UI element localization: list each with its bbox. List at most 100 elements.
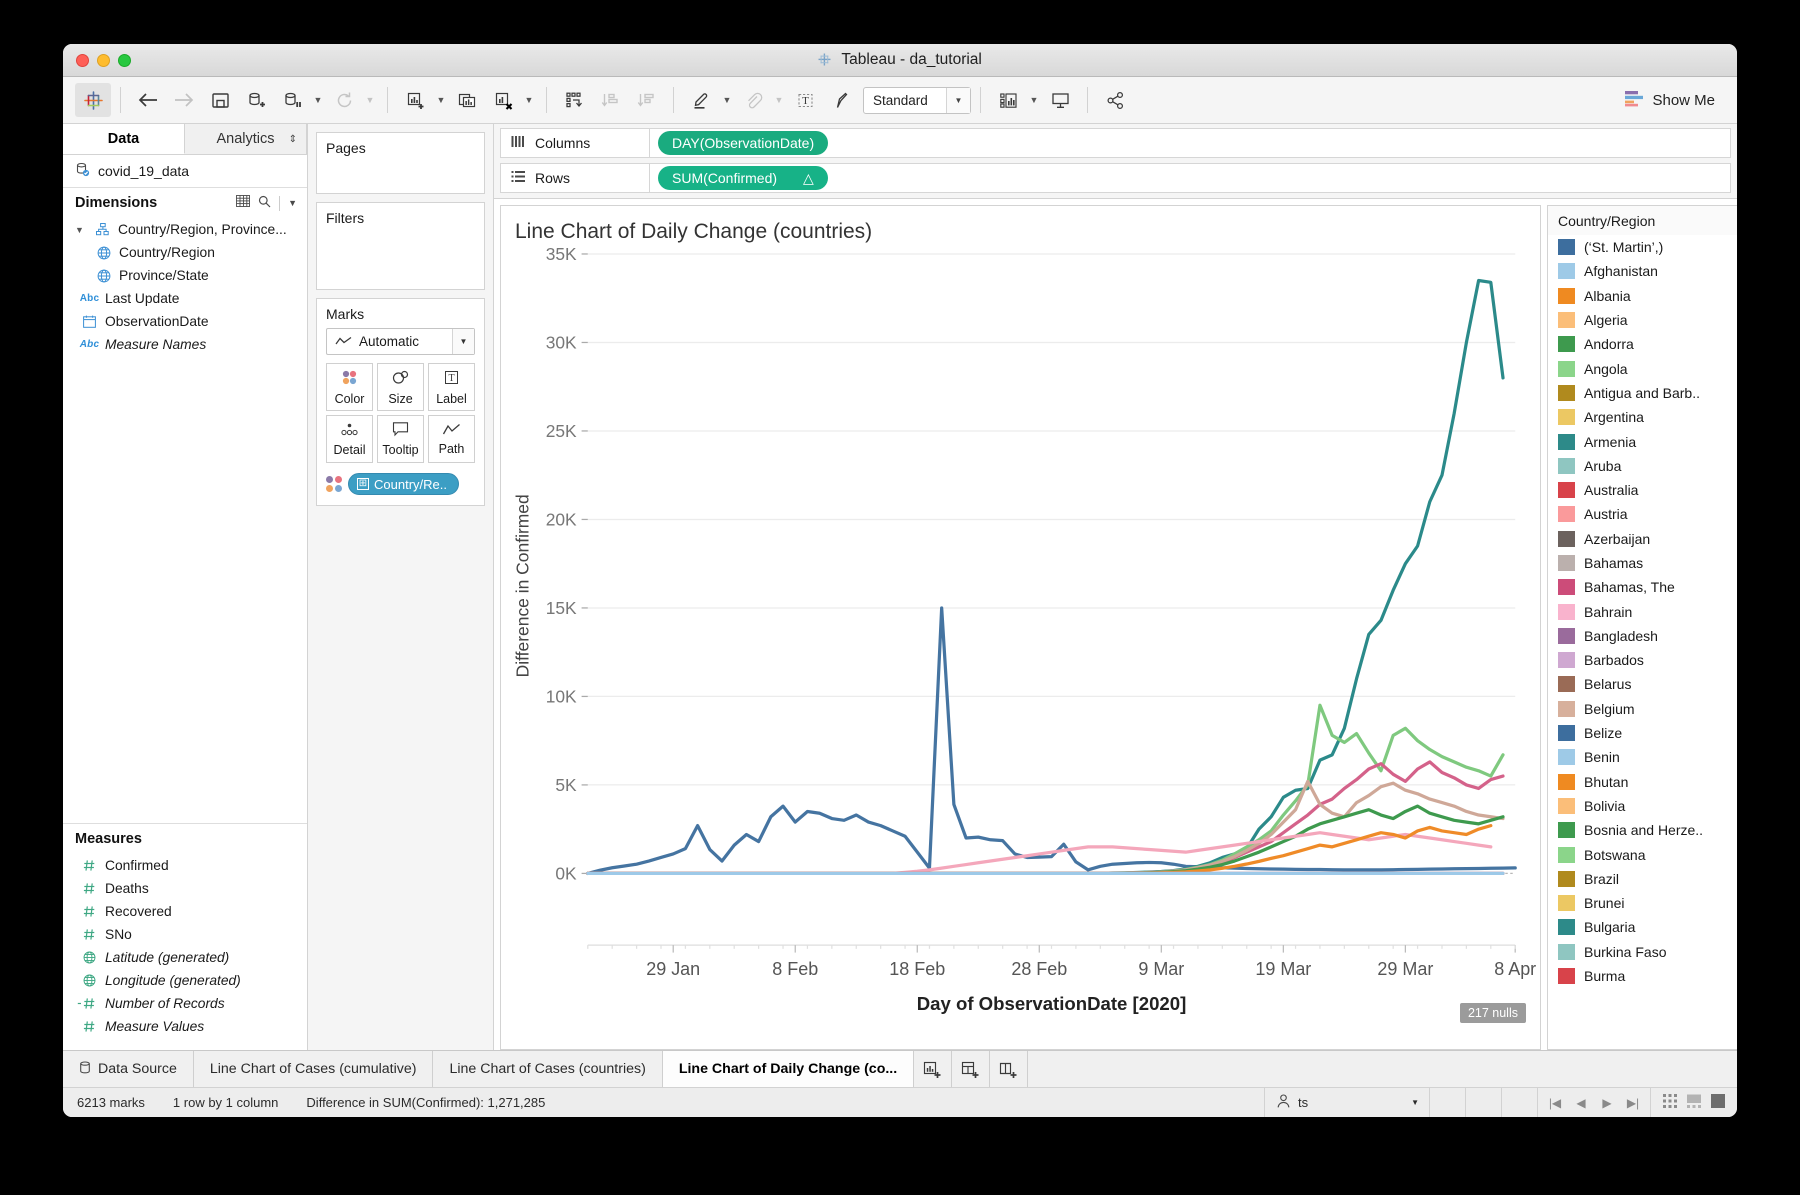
- attach-dropdown-caret[interactable]: ▼: [771, 83, 787, 117]
- legend-item[interactable]: Afghanistan: [1548, 259, 1737, 283]
- legend-item[interactable]: Azerbaijan: [1548, 527, 1737, 551]
- filters-card[interactable]: Filters: [316, 202, 485, 290]
- pill-day-observationdate[interactable]: DAY(ObservationDate): [658, 131, 829, 155]
- cards-dropdown-caret[interactable]: ▼: [1026, 83, 1042, 117]
- legend-item[interactable]: Brunei: [1548, 891, 1737, 915]
- attach-icon[interactable]: [735, 83, 771, 117]
- tab-data[interactable]: Data: [63, 124, 185, 154]
- fix-axes-icon[interactable]: [823, 83, 859, 117]
- chevron-down-icon[interactable]: ▼: [946, 87, 970, 113]
- dimension-country-region[interactable]: Country/Region: [63, 241, 307, 264]
- swap-rows-columns-icon[interactable]: [556, 83, 592, 117]
- highlight-icon[interactable]: [683, 83, 719, 117]
- new-data-source-icon[interactable]: [238, 83, 274, 117]
- refresh-data-source-icon[interactable]: [326, 83, 362, 117]
- legend-item[interactable]: Bahamas: [1548, 551, 1737, 575]
- legend-item[interactable]: Bangladesh: [1548, 624, 1737, 648]
- grid-view-icon[interactable]: [1663, 1094, 1677, 1111]
- legend-item[interactable]: Botswana: [1548, 842, 1737, 866]
- measure-recovered[interactable]: Recovered: [63, 900, 307, 923]
- marks-detail-button[interactable]: Detail: [326, 415, 373, 463]
- highlight-dropdown-caret[interactable]: ▼: [719, 83, 735, 117]
- measure-confirmed[interactable]: Confirmed: [63, 854, 307, 877]
- presentation-mode-icon[interactable]: [1042, 83, 1078, 117]
- show-mark-labels-icon[interactable]: T: [787, 83, 823, 117]
- chevron-down-icon[interactable]: ▼: [75, 225, 87, 235]
- measure-latitude[interactable]: Latitude (generated): [63, 946, 307, 969]
- search-icon[interactable]: [258, 195, 271, 212]
- legend-item[interactable]: Burma: [1548, 964, 1737, 988]
- refresh-dropdown-caret[interactable]: ▼: [362, 83, 378, 117]
- previous-page-icon[interactable]: ◀: [1568, 1096, 1594, 1110]
- status-page-nav[interactable]: |◀ ◀ ▶ ▶|: [1537, 1088, 1650, 1117]
- fit-select[interactable]: Standard ▼: [863, 86, 971, 114]
- sort-toggle-icon[interactable]: ⇕: [289, 134, 297, 145]
- data-source-dropdown-caret[interactable]: ▼: [310, 83, 326, 117]
- legend-item[interactable]: Belarus: [1548, 672, 1737, 696]
- legend-item[interactable]: Bulgaria: [1548, 915, 1737, 939]
- legend-item[interactable]: Austria: [1548, 502, 1737, 526]
- color-pill-country-region[interactable]: ⊞ Country/Re..: [348, 473, 459, 495]
- rows-shelf[interactable]: Rows SUM(Confirmed) △: [500, 163, 1731, 193]
- legend-item[interactable]: Bolivia: [1548, 794, 1737, 818]
- forward-arrow-icon[interactable]: [166, 83, 202, 117]
- mark-type-select[interactable]: Automatic ▼: [326, 328, 475, 355]
- sheet-view-icon[interactable]: [1711, 1094, 1725, 1111]
- first-page-icon[interactable]: |◀: [1542, 1096, 1568, 1110]
- line-chart-svg[interactable]: 0K 5K 10K 15K 20K 25K 30K 35K Difference in Conf…: [501, 244, 1540, 1057]
- new-worksheet-icon[interactable]: [397, 83, 433, 117]
- filmstrip-view-icon[interactable]: [1687, 1094, 1701, 1111]
- legend-item[interactable]: Belize: [1548, 721, 1737, 745]
- chevron-down-icon[interactable]: ▼: [452, 329, 474, 354]
- dimension-province-state[interactable]: Province/State: [63, 264, 307, 287]
- pill-sum-confirmed[interactable]: SUM(Confirmed) △: [658, 166, 828, 190]
- legend-item[interactable]: Bahamas, The: [1548, 575, 1737, 599]
- legend-item[interactable]: Argentina: [1548, 405, 1737, 429]
- marks-size-button[interactable]: Size: [377, 363, 424, 411]
- last-page-icon[interactable]: ▶|: [1620, 1096, 1646, 1110]
- legend-item[interactable]: Belgium: [1548, 697, 1737, 721]
- legend-list[interactable]: (‘St. Martin’,) Afghanistan Albania Algeria…: [1548, 235, 1737, 1049]
- legend-item[interactable]: Barbados: [1548, 648, 1737, 672]
- chevron-down-icon[interactable]: ▼: [1411, 1098, 1419, 1107]
- tableau-home-icon[interactable]: [75, 83, 111, 117]
- measure-longitude[interactable]: Longitude (generated): [63, 969, 307, 992]
- marks-label-button[interactable]: T Label: [428, 363, 475, 411]
- null-indicator[interactable]: 217 nulls: [1459, 1003, 1526, 1023]
- legend-item[interactable]: Bhutan: [1548, 770, 1737, 794]
- legend-item[interactable]: Benin: [1548, 745, 1737, 769]
- dimension-hierarchy[interactable]: ▼ Country/Region, Province...: [63, 218, 307, 241]
- marks-tooltip-button[interactable]: Tooltip: [377, 415, 424, 463]
- clear-sheet-icon[interactable]: [485, 83, 521, 117]
- pause-data-updates-icon[interactable]: [274, 83, 310, 117]
- legend-item[interactable]: Angola: [1548, 356, 1737, 380]
- show-hide-cards-icon[interactable]: [990, 83, 1026, 117]
- rows-shelf-drop[interactable]: SUM(Confirmed) △: [650, 163, 1731, 193]
- plot-wrapper[interactable]: 0K 5K 10K 15K 20K 25K 30K 35K Difference in Conf…: [501, 244, 1540, 1057]
- sort-descending-icon[interactable]: [628, 83, 664, 117]
- next-page-icon[interactable]: ▶: [1594, 1096, 1620, 1110]
- legend-item[interactable]: Andorra: [1548, 332, 1737, 356]
- columns-shelf-drop[interactable]: DAY(ObservationDate): [650, 128, 1731, 158]
- status-user-select[interactable]: ts ▼: [1264, 1088, 1429, 1117]
- marks-path-button[interactable]: Path: [428, 415, 475, 463]
- chevron-down-icon[interactable]: ▼: [288, 198, 297, 208]
- legend-item[interactable]: (‘St. Martin’,): [1548, 235, 1737, 259]
- save-icon[interactable]: [202, 83, 238, 117]
- legend-item[interactable]: Algeria: [1548, 308, 1737, 332]
- new-worksheet-dropdown-caret[interactable]: ▼: [433, 83, 449, 117]
- tab-data-source[interactable]: Data Source: [63, 1051, 194, 1087]
- measure-sno[interactable]: SNo: [63, 923, 307, 946]
- tab-analytics[interactable]: Analytics ⇕: [185, 124, 307, 154]
- legend-item[interactable]: Albania: [1548, 284, 1737, 308]
- dimension-observation-date[interactable]: ObservationDate: [63, 310, 307, 333]
- columns-shelf[interactable]: Columns DAY(ObservationDate): [500, 128, 1731, 158]
- legend-item[interactable]: Brazil: [1548, 867, 1737, 891]
- legend-item[interactable]: Bahrain: [1548, 599, 1737, 623]
- share-icon[interactable]: [1097, 83, 1133, 117]
- measure-measure-values[interactable]: Measure Values: [63, 1015, 307, 1038]
- pages-card[interactable]: Pages: [316, 132, 485, 194]
- legend-item[interactable]: Armenia: [1548, 429, 1737, 453]
- sort-ascending-icon[interactable]: [592, 83, 628, 117]
- duplicate-sheet-icon[interactable]: [449, 83, 485, 117]
